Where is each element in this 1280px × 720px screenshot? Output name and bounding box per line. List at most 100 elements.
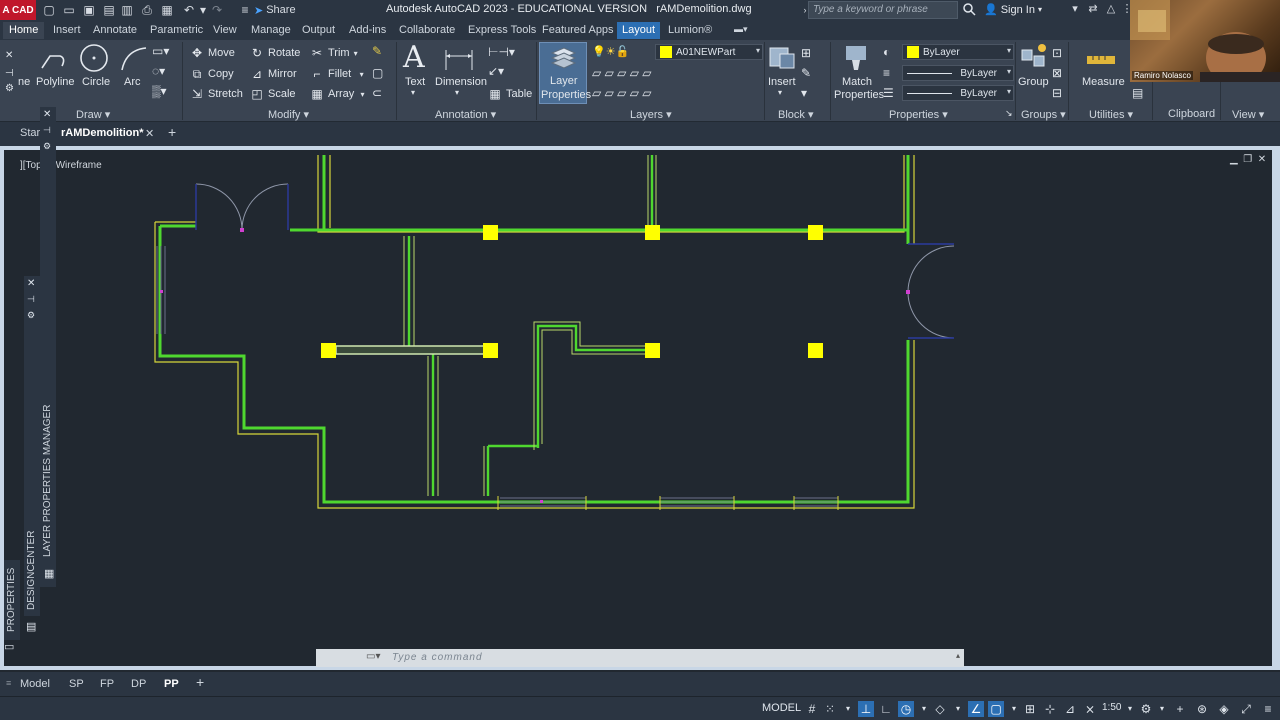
draw-panel-title[interactable]: Draw ▾ — [76, 108, 110, 121]
snap-icon[interactable]: ⁙ — [822, 701, 838, 717]
polyline-icon[interactable] — [38, 44, 70, 76]
palette-settings-icon[interactable]: ⚙ — [27, 310, 35, 321]
linear-dim-icon[interactable]: ⊢⊣▾ — [488, 45, 515, 59]
explode-icon[interactable]: ▢ — [372, 66, 383, 80]
create-block-icon[interactable]: ⊞ — [801, 46, 811, 60]
grid-icon[interactable]: # — [804, 701, 820, 717]
move-button[interactable]: ✥ Move — [190, 46, 235, 60]
palette-close-icon[interactable]: ✕ — [43, 109, 51, 120]
group-icon[interactable] — [1018, 42, 1050, 74]
tab-pp[interactable]: PP — [164, 678, 179, 690]
tab-fp[interactable]: FP — [100, 678, 114, 690]
polyline-button[interactable]: Polyline — [36, 76, 75, 88]
layer-dropdown[interactable]: A01NEWPart ▾ — [655, 44, 763, 60]
linetype-dropdown[interactable]: ByLayer ▾ — [902, 65, 1014, 81]
autocad-logo[interactable]: A CAD — [0, 0, 36, 20]
tab-output[interactable]: Output — [302, 22, 335, 39]
tab-sp[interactable]: SP — [69, 678, 84, 690]
offset-icon[interactable]: ⊂ — [372, 86, 382, 100]
designcenter-palette[interactable]: ✕ ⊣ ⚙ DESIGNCENTER — [24, 276, 40, 616]
lineweight-toggle-icon[interactable]: ⊞ — [1022, 701, 1038, 717]
annotation-scale-value[interactable]: 1:50 — [1102, 702, 1121, 713]
stretch-button[interactable]: ⇲ Stretch — [190, 87, 243, 101]
designcenter-label[interactable]: DESIGNCENTER — [26, 531, 37, 610]
tab-express-tools[interactable]: Express Tools — [468, 22, 536, 39]
view-panel-title[interactable]: View ▾ — [1232, 108, 1264, 121]
chevron-down-icon[interactable]: ▾ — [840, 701, 856, 717]
chevron-down-icon[interactable]: ▾ — [411, 88, 415, 97]
erase-icon[interactable]: ✎ — [372, 44, 382, 58]
cart-icon[interactable]: ▾ — [1068, 2, 1082, 18]
groups-panel-title[interactable]: Groups ▾ — [1021, 108, 1066, 121]
chevron-down-icon[interactable]: ▾ — [916, 701, 932, 717]
dimension-button[interactable]: Dimension — [435, 76, 487, 88]
add-layout-icon[interactable]: + — [196, 674, 204, 690]
command-prompt-icon[interactable]: ▭▾ — [366, 651, 380, 662]
search-input[interactable]: Type a keyword or phrase — [808, 1, 958, 19]
properties-icon[interactable]: ▤ — [26, 620, 36, 633]
tab-model[interactable]: Model — [20, 678, 50, 690]
text-icon[interactable]: A — [403, 40, 425, 75]
sign-in-button[interactable]: 👤 Sign In ▾ — [984, 3, 1042, 17]
properties-panel-title[interactable]: Properties ▾ — [889, 108, 948, 121]
osnap-tracking-icon[interactable]: ∠ — [968, 701, 984, 717]
customization-icon[interactable]: ≡ — [1260, 701, 1276, 717]
lineweight-icon[interactable]: ☰ — [883, 86, 894, 100]
layer-tools-row-2[interactable]: ▱ ▱ ▱ ▱ ▱ — [592, 86, 651, 100]
insert-block-icon[interactable] — [766, 42, 798, 74]
annotation-monitor-icon[interactable]: + — [1172, 701, 1188, 717]
tab-manage[interactable]: Manage — [251, 22, 291, 39]
layer-state-icons[interactable]: 💡☀🔓 — [592, 45, 629, 58]
gradient-icon[interactable]: ▒▾ — [152, 84, 167, 98]
osnap-icon[interactable]: ▢ — [988, 701, 1004, 717]
tab-lumion[interactable]: Lumion® — [668, 22, 712, 39]
new-tab-button[interactable]: + — [168, 124, 176, 140]
properties-toggle-icon[interactable]: ▭ — [4, 640, 14, 653]
chevron-down-icon[interactable]: ▾ — [1006, 701, 1022, 717]
line-tool-partial[interactable]: ne — [18, 76, 30, 88]
hatch-icon[interactable]: ◌▾ — [152, 64, 165, 78]
exchange-icon[interactable]: ⇄ — [1086, 2, 1100, 18]
help-icon[interactable]: △ — [1104, 2, 1118, 18]
floor-plan[interactable] — [4, 150, 1272, 666]
units-icon[interactable]: ⊛ — [1194, 701, 1210, 717]
new-file-icon[interactable]: ▢ — [42, 3, 56, 17]
tab-home[interactable]: Home — [3, 22, 45, 39]
ribbon-close-icon[interactable]: ✕ — [5, 50, 13, 61]
chevron-down-icon[interactable]: ▾ — [778, 88, 782, 97]
share-button[interactable]: ➤ Share — [254, 2, 296, 18]
tab-dp[interactable]: DP — [131, 678, 146, 690]
circle-icon[interactable] — [78, 42, 110, 74]
close-tab-icon[interactable]: ✕ — [145, 127, 154, 140]
match-label-1[interactable]: Match — [842, 76, 872, 88]
tab-drawing-active[interactable]: rAMDemolition* — [61, 127, 144, 139]
ribbon-settings-icon[interactable]: ⚙ — [5, 83, 14, 94]
chevron-down-icon[interactable]: ▾ — [455, 88, 459, 97]
color-wheel-icon[interactable]: ◐ — [883, 45, 890, 59]
auto-scale-icon[interactable]: ⊿ — [1062, 701, 1078, 717]
command-input[interactable]: Type a command — [392, 652, 483, 663]
save-icon[interactable]: ▣ — [82, 3, 96, 17]
ortho-icon[interactable]: ∟ — [878, 701, 894, 717]
print-icon[interactable]: ▦ — [160, 3, 174, 17]
fullscreen-icon[interactable]: ⤢ — [1238, 701, 1254, 717]
tab-featured-apps[interactable]: Featured Apps — [542, 22, 614, 39]
designcenter-icon[interactable]: ▦ — [44, 567, 54, 580]
tab-view[interactable]: View — [213, 22, 237, 39]
group-button[interactable]: Group — [1018, 76, 1049, 88]
clipboard-panel-title[interactable]: Clipboard — [1168, 108, 1215, 120]
chevron-down-icon[interactable]: ▾ — [1154, 701, 1170, 717]
measure-icon[interactable] — [1085, 44, 1117, 76]
linetype-icon[interactable]: ≡ — [883, 66, 890, 80]
rectangle-icon[interactable]: ▭▾ — [152, 44, 169, 58]
search-icon[interactable] — [962, 2, 976, 16]
properties-label[interactable]: PROPERTIES — [6, 568, 17, 632]
fillet-button[interactable]: ⌐ Fillet ▾ — [310, 67, 363, 81]
text-button[interactable]: Text — [405, 76, 425, 88]
arc-icon[interactable] — [118, 44, 150, 76]
color-dropdown[interactable]: ByLayer ▾ — [902, 44, 1014, 60]
annotation-scale-icon[interactable]: ⨯ — [1082, 701, 1098, 717]
utilities-panel-title[interactable]: Utilities ▾ — [1089, 108, 1133, 121]
leader-icon[interactable]: ↙▾ — [488, 64, 504, 78]
measure-button[interactable]: Measure — [1082, 76, 1125, 88]
